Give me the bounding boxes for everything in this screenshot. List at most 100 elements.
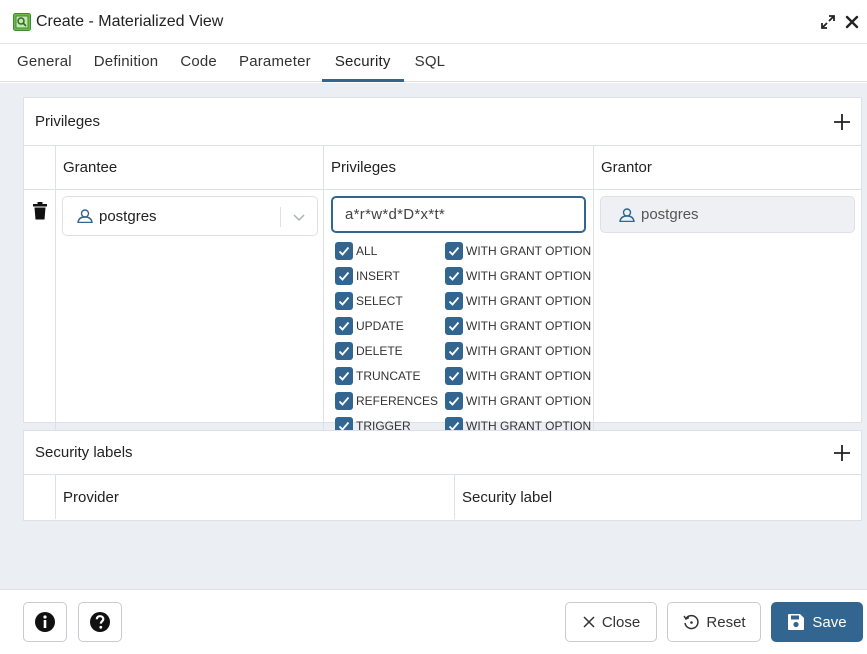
grant-option-checkbox[interactable]: [445, 316, 463, 335]
tab-parameter[interactable]: Parameter: [228, 44, 322, 82]
tab-definition[interactable]: Definition: [83, 44, 170, 82]
privilege-option: SELECT: [332, 291, 442, 310]
security-labels-panel: Security labels Provider Security label: [23, 430, 862, 521]
privilege-option-row: INSERT WITH GRANT OPTION: [332, 263, 594, 288]
save-button-label: Save: [812, 613, 847, 631]
privilege-label: DELETE: [356, 343, 403, 358]
security-labels-header: Security labels: [24, 431, 861, 475]
privilege-checkbox[interactable]: [335, 341, 353, 360]
dialog-content: Privileges Grantee Privileges Grantor po…: [0, 83, 867, 589]
grant-option-checkbox[interactable]: [445, 291, 463, 310]
privilege-option: TRUNCATE: [332, 366, 442, 385]
privilege-label: INSERT: [356, 268, 400, 283]
grid-header-spacer: [24, 146, 56, 189]
grant-option-label: WITH GRANT OPTION: [466, 343, 592, 358]
grant-option: WITH GRANT OPTION: [442, 316, 594, 335]
grantee-value: postgres: [99, 207, 157, 225]
grid-header-spacer: [24, 475, 56, 519]
trash-icon[interactable]: [32, 202, 48, 220]
help-button[interactable]: [78, 602, 122, 642]
column-header-provider: Provider: [56, 475, 455, 519]
add-security-label-button[interactable]: [831, 442, 853, 464]
grant-option: WITH GRANT OPTION: [442, 291, 594, 310]
grant-option-checkbox[interactable]: [445, 391, 463, 410]
chevron-down-icon[interactable]: [292, 211, 306, 223]
privileges-input[interactable]: a*r*w*d*D*x*t*: [331, 196, 586, 233]
grant-option: WITH GRANT OPTION: [442, 241, 594, 260]
expand-icon[interactable]: [819, 13, 837, 31]
privilege-option-row: SELECT WITH GRANT OPTION: [332, 288, 594, 313]
reset-button[interactable]: Reset: [667, 602, 761, 642]
grant-option-checkbox[interactable]: [445, 266, 463, 285]
security-labels-grid-header: Provider Security label: [24, 475, 861, 519]
tab-code[interactable]: Code: [169, 44, 228, 82]
privilege-label: UPDATE: [356, 318, 404, 333]
privilege-label: TRUNCATE: [356, 368, 421, 383]
grant-option-checkbox[interactable]: [445, 241, 463, 260]
grant-option-label: WITH GRANT OPTION: [466, 293, 592, 308]
privilege-option-row: DELETE WITH GRANT OPTION: [332, 338, 594, 363]
grantee-cell: postgres: [56, 190, 324, 435]
tab-security[interactable]: Security: [321, 44, 404, 82]
privilege-label: SELECT: [356, 293, 403, 308]
close-icon: [583, 616, 595, 628]
privilege-checkbox[interactable]: [335, 291, 353, 310]
privilege-checkbox[interactable]: [335, 366, 353, 385]
grant-option: WITH GRANT OPTION: [442, 266, 594, 285]
grantor-field: postgres: [600, 196, 855, 233]
column-header-grantor: Grantor: [601, 159, 652, 176]
privilege-option: ALL: [332, 241, 442, 260]
column-header-grantee: Grantee: [56, 146, 324, 189]
grantor-cell: postgres: [594, 190, 861, 435]
grant-option: WITH GRANT OPTION: [442, 366, 594, 385]
privileges-title: Privileges: [35, 113, 101, 130]
grant-option-label: WITH GRANT OPTION: [466, 393, 592, 408]
materialized-view-icon: [13, 12, 31, 31]
tab-general[interactable]: General: [6, 44, 83, 82]
privileges-grid-header: Grantee Privileges Grantor: [24, 146, 861, 190]
help-icon: [90, 612, 110, 632]
reset-icon: [683, 614, 700, 630]
privilege-option: DELETE: [332, 341, 442, 360]
privilege-option-row: TRUNCATE WITH GRANT OPTION: [332, 363, 594, 388]
privilege-option-row: ALL WITH GRANT OPTION: [332, 238, 594, 263]
privilege-checkbox[interactable]: [335, 316, 353, 335]
grantor-value: postgres: [641, 206, 699, 223]
privilege-option-row: REFERENCES WITH GRANT OPTION: [332, 388, 594, 413]
save-icon: [788, 614, 805, 630]
add-privilege-button[interactable]: [831, 111, 853, 133]
grantee-select[interactable]: postgres: [62, 196, 318, 236]
column-header-security-label: Security label: [462, 488, 553, 506]
grant-option: WITH GRANT OPTION: [442, 391, 594, 410]
tab-sql[interactable]: SQL: [404, 44, 457, 82]
privilege-checkbox[interactable]: [335, 391, 353, 410]
grant-option-checkbox[interactable]: [445, 341, 463, 360]
info-icon: [35, 612, 55, 632]
save-button[interactable]: Save: [771, 602, 863, 642]
privilege-checkboxes: ALL WITH GRANT OPTION INSERT WITH GRANT OPT…: [332, 238, 594, 438]
privilege-label: REFERENCES: [356, 393, 439, 408]
title-bar: Create - Materialized View: [0, 0, 867, 44]
privilege-option: INSERT: [332, 266, 442, 285]
privilege-checkbox[interactable]: [335, 266, 353, 285]
grant-option: WITH GRANT OPTION: [442, 341, 594, 360]
info-button[interactable]: [23, 602, 67, 642]
privileges-header: Privileges: [24, 98, 861, 146]
close-icon[interactable]: [843, 13, 861, 31]
user-icon: [77, 209, 93, 223]
user-icon: [619, 207, 635, 222]
privilege-option: REFERENCES: [332, 391, 442, 410]
close-button[interactable]: Close: [565, 602, 657, 642]
select-divider: [280, 207, 281, 227]
privileges-panel: Privileges Grantee Privileges Grantor po…: [23, 97, 862, 435]
column-header-privileges: Privileges: [324, 146, 594, 189]
grant-option-label: WITH GRANT OPTION: [466, 268, 592, 283]
table-row: postgres a*r*w*d*D*x*t* ALL WITH GRANT OP…: [24, 190, 861, 435]
privilege-label: ALL: [356, 243, 378, 258]
privilege-option-row: UPDATE WITH GRANT OPTION: [332, 313, 594, 338]
grant-option-checkbox[interactable]: [445, 366, 463, 385]
security-labels-title: Security labels: [35, 444, 133, 461]
privilege-checkbox[interactable]: [335, 241, 353, 260]
grant-option-label: WITH GRANT OPTION: [466, 318, 592, 333]
grant-option-label: WITH GRANT OPTION: [466, 243, 592, 258]
